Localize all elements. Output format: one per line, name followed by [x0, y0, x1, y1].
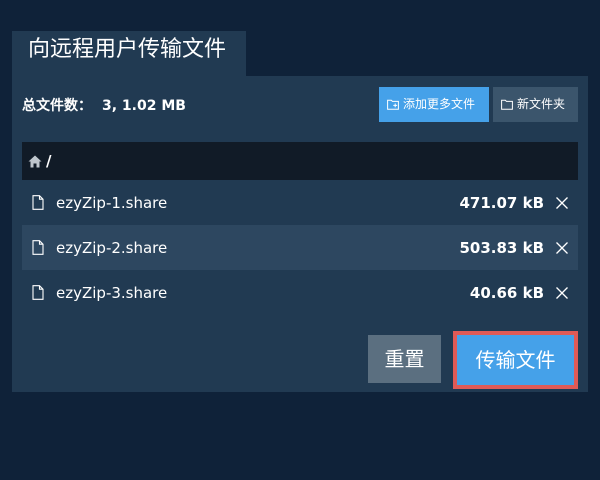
file-icon [32, 285, 44, 300]
file-row-2: ezyZip-2.share 503.83 kB [22, 225, 578, 270]
file-name: ezyZip-3.share [56, 283, 168, 302]
folder-icon [501, 99, 513, 110]
file-size: 503.83 kB [459, 238, 544, 257]
close-icon[interactable] [556, 286, 568, 299]
reset-button[interactable]: 重置 [368, 335, 441, 383]
file-list: ezyZip-1.share 471.07 kB ezyZip-2.share … [22, 180, 578, 315]
file-row-3: ezyZip-3.share 40.66 kB [22, 270, 578, 315]
file-transfer-panel: 总文件数： 3, 1.02 MB 添加更多文件 新文件夹 / ezyZip-1.s… [12, 76, 588, 392]
folder-plus-icon [387, 99, 399, 110]
file-summary: 总文件数： 3, 1.02 MB [22, 96, 186, 116]
file-icon [32, 240, 44, 255]
home-icon[interactable] [28, 155, 42, 168]
file-icon [32, 195, 44, 210]
breadcrumb-path[interactable]: / [46, 152, 51, 170]
close-icon[interactable] [556, 241, 568, 254]
summary-label: 总文件数： [22, 98, 92, 114]
summary-value: 3, 1.02 MB [102, 98, 186, 114]
breadcrumb: / [22, 142, 578, 180]
add-more-files-button[interactable]: 添加更多文件 [379, 87, 489, 122]
new-folder-label: 新文件夹 [517, 97, 566, 111]
close-icon[interactable] [556, 196, 568, 209]
file-size: 471.07 kB [459, 193, 544, 212]
file-name: ezyZip-1.share [56, 193, 168, 212]
add-more-files-label: 添加更多文件 [403, 97, 476, 111]
new-folder-button[interactable]: 新文件夹 [493, 87, 578, 122]
dialog-title: 向远程用户传输文件 [28, 37, 227, 62]
file-name: ezyZip-2.share [56, 238, 168, 257]
transfer-files-button[interactable]: 传输文件 [453, 331, 578, 389]
file-size: 40.66 kB [469, 283, 544, 302]
file-row-1: ezyZip-1.share 471.07 kB [22, 180, 578, 225]
dialog-title-tab: 向远程用户传输文件 [12, 31, 246, 76]
